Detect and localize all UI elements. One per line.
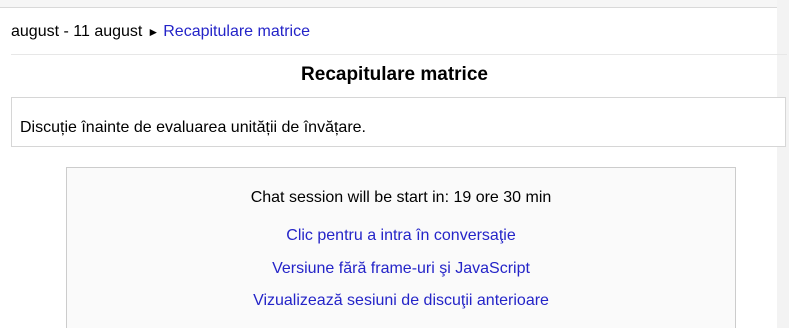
enter-chat-row: Clic pentru a intra în conversaţie [66,227,736,245]
breadcrumb-current-link[interactable]: Recapitulare matrice [163,23,310,40]
right-edge-strip [777,0,789,328]
past-sessions-row: Vizualizează sesiuni de discuţii anterio… [66,292,736,310]
top-rule [0,0,789,8]
breadcrumb-date-range[interactable]: august - 11 august [11,23,142,40]
breadcrumb-separator-icon: ► [147,25,160,39]
chat-page: august - 11 august ► Recapitulare matrice … [0,0,789,328]
page-title: Recapitulare matrice [301,64,488,85]
intro-text: Discuție înainte de evaluarea unității d… [20,119,366,136]
noframes-version-link[interactable]: Versiune fără frame-uri şi JavaScript [272,260,530,277]
chat-session-status: Chat session will be start in: 19 ore 30… [250,189,552,206]
past-sessions-link[interactable]: Vizualizează sesiuni de discuţii anterio… [253,292,549,309]
enter-chat-link[interactable]: Clic pentru a intra în conversaţie [286,227,515,244]
header-divider [11,54,787,55]
breadcrumb: august - 11 august ► Recapitulare matrice [11,23,310,41]
noframes-row: Versiune fără frame-uri şi JavaScript [66,260,736,278]
